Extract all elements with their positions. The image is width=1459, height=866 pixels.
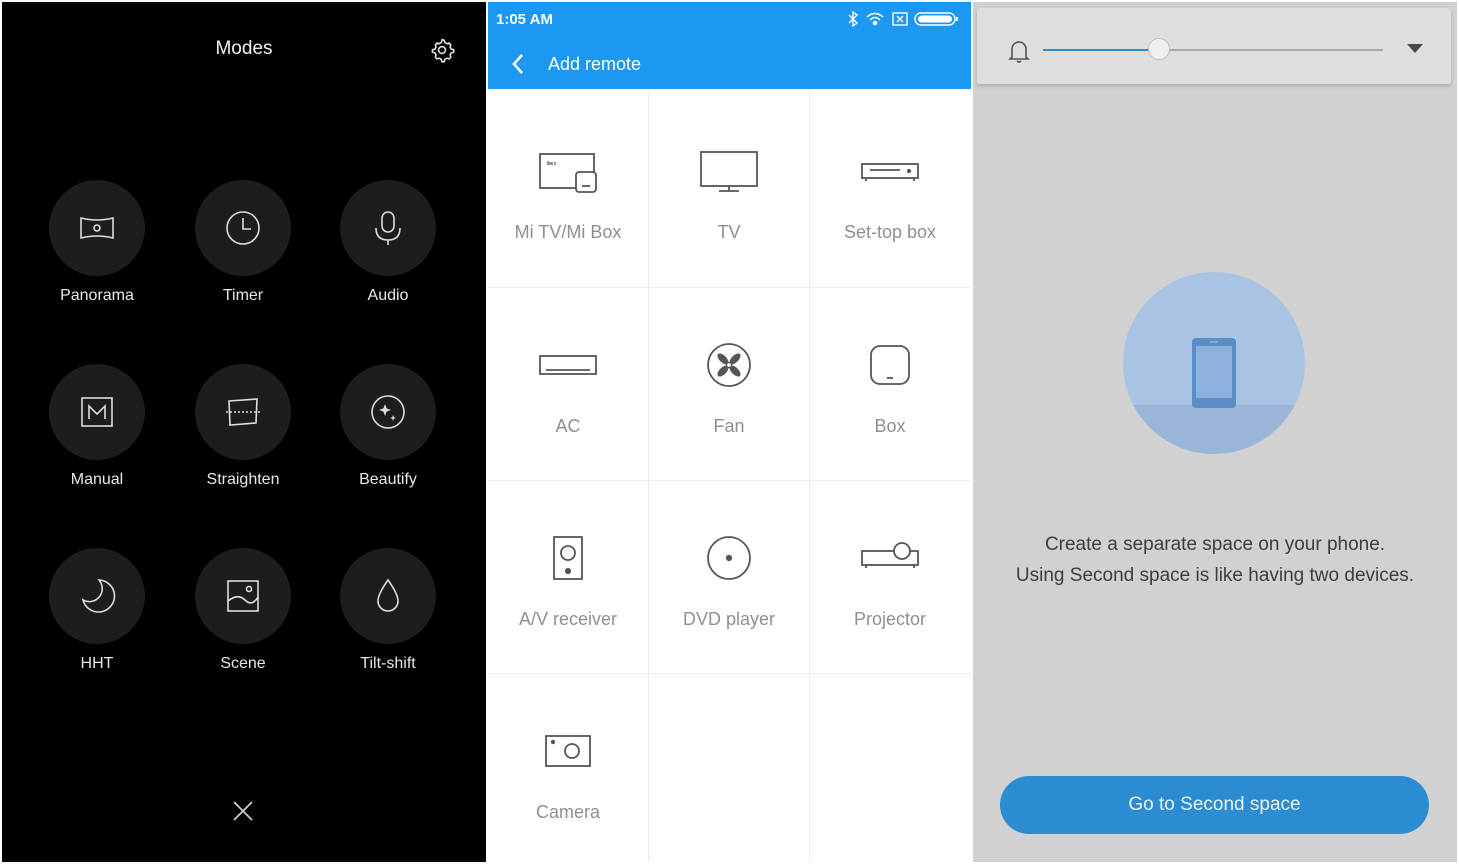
mode-label: Beautify	[359, 471, 417, 488]
scene-icon	[227, 580, 259, 612]
close-icon[interactable]	[231, 799, 255, 823]
illustration-floor	[1123, 405, 1305, 454]
device-dvd-player[interactable]: DVD player	[649, 481, 809, 673]
gear-icon[interactable]	[429, 37, 455, 63]
mi-tv-icon	[539, 153, 597, 193]
mode-label: Straighten	[206, 471, 280, 488]
device-label: Camera	[535, 802, 601, 822]
projector-icon	[861, 542, 919, 568]
disc-icon	[707, 536, 751, 580]
battery-icon	[914, 12, 958, 26]
chevron-down-icon[interactable]	[1407, 44, 1423, 53]
status-icons	[848, 10, 958, 28]
mode-label: Tilt-shift	[360, 655, 416, 672]
tv-icon	[700, 151, 758, 192]
device-mi-tv[interactable]: Mi TV/Mi Box	[488, 94, 648, 286]
mode-label: Panorama	[60, 287, 134, 304]
bluetooth-icon	[848, 10, 859, 28]
straighten-icon	[226, 398, 260, 426]
status-time: 1:05 AM	[496, 11, 553, 28]
device-set-top-box[interactable]: Set-top box	[810, 94, 970, 286]
device-label: Fan	[713, 416, 745, 436]
ac-icon	[539, 355, 597, 375]
phone-icon	[1192, 338, 1236, 408]
volume-slider[interactable]	[1043, 38, 1383, 60]
speaker-icon	[553, 536, 583, 580]
mode-label: Scene	[220, 655, 266, 672]
device-projector[interactable]: Projector	[810, 481, 970, 673]
second-space-screen: Create a separate space on your phone. U…	[973, 2, 1457, 862]
mode-label: Manual	[70, 471, 124, 488]
mode-audio[interactable]: Audio	[313, 180, 463, 305]
add-remote-screen: 1:05 AM Add remote Mi TV/Mi Box TV Set-t…	[488, 2, 971, 862]
back-arrow-icon[interactable]	[510, 52, 526, 76]
volume-panel	[977, 8, 1451, 84]
set-top-box-icon	[861, 163, 919, 181]
device-fan[interactable]: Fan	[649, 288, 809, 480]
mode-scene[interactable]: Scene	[168, 548, 318, 673]
device-label: TV	[717, 222, 741, 242]
mode-hht[interactable]: HHT	[22, 548, 172, 673]
manual-icon	[81, 397, 113, 427]
volume-fill	[1043, 49, 1159, 51]
device-label: Box	[874, 416, 906, 436]
device-label: DVD player	[682, 609, 776, 629]
device-tv[interactable]: TV	[649, 94, 809, 286]
phone-illustration	[1123, 272, 1305, 454]
device-ac[interactable]: AC	[488, 288, 648, 480]
camera-icon	[545, 735, 591, 767]
device-box[interactable]: Box	[810, 288, 970, 480]
bell-icon[interactable]	[1005, 37, 1033, 65]
volume-thumb[interactable]	[1147, 38, 1170, 60]
device-label: Mi TV/Mi Box	[514, 222, 622, 242]
mode-label: HHT	[80, 655, 114, 672]
microphone-icon	[375, 211, 401, 245]
beautify-icon	[371, 395, 405, 429]
page-title: Add remote	[548, 54, 642, 74]
go-to-second-space-button[interactable]: Go to Second space	[1000, 776, 1429, 834]
fan-icon	[707, 343, 751, 387]
mode-beautify[interactable]: Beautify	[313, 364, 463, 489]
mode-label: Audio	[367, 287, 409, 304]
device-av-receiver[interactable]: A/V receiver	[488, 481, 648, 673]
device-camera[interactable]: Camera	[488, 674, 648, 866]
mode-manual[interactable]: Manual	[22, 364, 172, 489]
box-icon	[870, 345, 910, 385]
mode-label: Timer	[222, 287, 264, 304]
description-line: Create a separate space on your phone.	[1044, 534, 1386, 555]
wifi-icon	[866, 12, 884, 26]
camera-modes-screen: Modes Panorama Timer Audio Manual Straig…	[2, 2, 486, 862]
mode-tilt-shift[interactable]: Tilt-shift	[313, 548, 463, 673]
moon-icon	[81, 579, 116, 613]
description-line: Using Second space is like having two de…	[1015, 565, 1415, 586]
device-label: Projector	[853, 609, 927, 629]
device-label: AC	[555, 416, 581, 436]
device-label: Set-top box	[843, 222, 937, 242]
modes-title: Modes	[215, 38, 273, 59]
mode-straighten[interactable]: Straighten	[168, 364, 318, 489]
panorama-icon	[80, 216, 114, 240]
mode-timer[interactable]: Timer	[168, 180, 318, 305]
device-label: A/V receiver	[518, 609, 618, 629]
app-header: 1:05 AM Add remote	[488, 2, 971, 89]
timer-icon	[226, 211, 260, 245]
sim-icon	[892, 12, 908, 26]
mode-panorama[interactable]: Panorama	[22, 180, 172, 305]
drop-icon	[377, 578, 399, 612]
description: Create a separate space on your phone. U…	[973, 529, 1457, 591]
